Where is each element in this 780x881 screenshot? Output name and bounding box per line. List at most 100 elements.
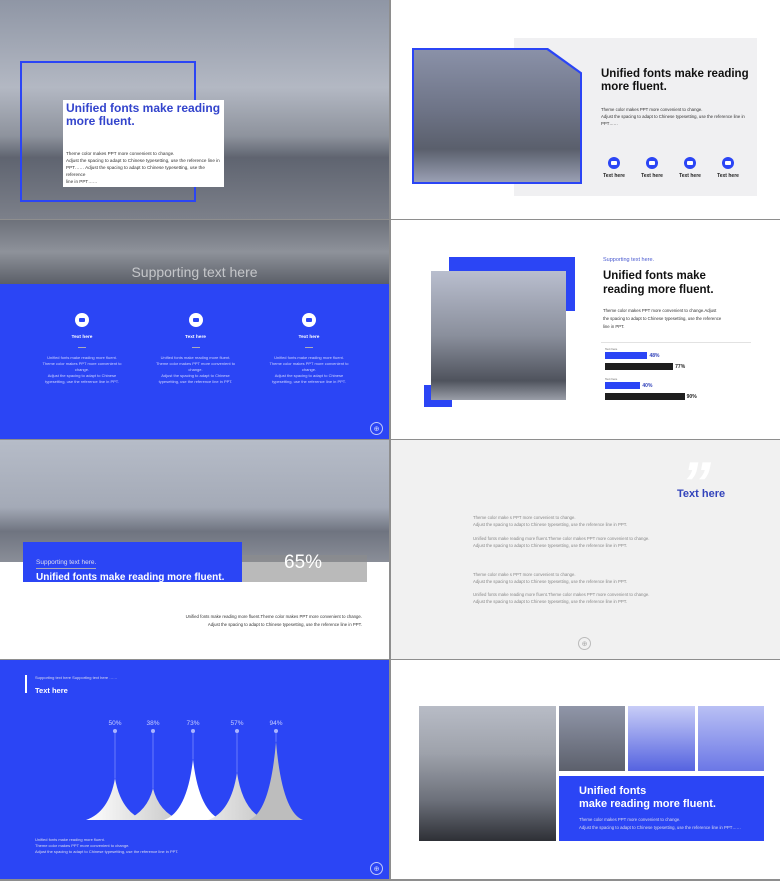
bar-value: 40%: [642, 382, 653, 389]
column-title: Text here: [298, 335, 320, 340]
peak-dot: [151, 729, 155, 733]
divider: [191, 347, 200, 348]
slide-8[interactable]: Unified fonts make reading more fluent. T…: [391, 660, 780, 879]
body-line: Adjust the spacing to adapt to Chinese t…: [473, 599, 628, 604]
slide-6[interactable]: ” Text here Theme color make s PPT more …: [391, 440, 780, 659]
slide-4[interactable]: Supporting text here. Unified fonts make…: [391, 220, 780, 439]
folder-icon: [722, 157, 734, 169]
building-photo: [414, 50, 580, 182]
body-line: typesetting, use the reference line in P…: [45, 379, 119, 384]
text-card: Unified fonts make reading more fluent. …: [63, 100, 224, 187]
slide-5[interactable]: 65% Supporting text here. Unified fonts …: [0, 440, 389, 659]
percent-value: 65%: [284, 552, 323, 573]
title-line: Unified fonts: [579, 785, 647, 797]
message-icon: [75, 313, 89, 327]
plus-icon: [684, 157, 696, 169]
data-label: 38%: [146, 720, 159, 727]
slide-1[interactable]: Unified fonts make reading more fluent. …: [0, 0, 389, 219]
progress-bar: [605, 363, 674, 370]
slide-title: Unified fonts make reading more fluent.: [36, 572, 225, 583]
slide-2[interactable]: Unified fonts make reading more fluent. …: [391, 0, 780, 219]
body-text: Theme color makes PPT more convenient to…: [601, 106, 745, 127]
body-line: Adjust the spacing to adapt to Chinese t…: [473, 579, 628, 584]
bar-group-label: Text here: [605, 377, 618, 381]
photo-thumb-1: [559, 706, 625, 771]
peak-dot: [235, 729, 239, 733]
body-line: Theme color make s PPT more convenient t…: [473, 572, 576, 577]
title-banner: Supporting text here. Unified fonts make…: [23, 542, 242, 583]
plus-icon: [302, 313, 316, 327]
body-line: line in PPT……: [66, 179, 98, 184]
body-text: Unified fonts make reading more fluent.T…: [35, 837, 178, 855]
body-line: line in PPT.: [603, 324, 625, 329]
peak-dot: [274, 729, 278, 733]
peak-dot: [191, 729, 195, 733]
body-line: typesetting, use the reference line in P…: [158, 379, 233, 384]
slide-title: Text here: [677, 488, 726, 500]
supporting-text: Supporting text here: [131, 264, 258, 280]
item-label: Text here: [679, 173, 701, 179]
bar-value: 90%: [686, 393, 697, 400]
body-line: Theme color makes PPT more convenient to…: [601, 107, 703, 112]
title-card: Unified fonts make reading more fluent. T…: [559, 776, 764, 841]
message-icon: [608, 157, 620, 169]
data-label: 94%: [269, 720, 282, 727]
title-line: make reading more fluent.: [579, 797, 716, 810]
progress-bar: [605, 352, 648, 359]
globe-icon: ⊕: [578, 637, 591, 650]
body-line: PPT…… Adjust the spacing to adapt to Chi…: [66, 165, 205, 177]
body-text: Theme color makes PPT more convenient to…: [603, 307, 721, 331]
peak-dot: [113, 729, 117, 733]
building-photo: [431, 271, 566, 400]
text-block: Theme color make s PPT more convenient t…: [473, 571, 627, 585]
peak-mark: [164, 759, 222, 820]
body-line: Adjust the spacing to adapt to Chinese t…: [601, 114, 745, 119]
quote-mark: ”: [681, 450, 711, 517]
slide-title: Unified fonts make reading more fluent.: [603, 270, 714, 296]
globe-icon: ⊕: [370, 422, 383, 435]
bar-value: 48%: [649, 352, 660, 359]
photo-thumb-3: [698, 706, 764, 771]
item-label: Text here: [717, 173, 739, 179]
briefcase-icon: [188, 313, 203, 327]
text-block: Unified fonts make reading more fluent.T…: [473, 535, 649, 549]
bar-value: 77%: [675, 363, 686, 370]
column-title: Text here: [71, 335, 93, 340]
globe-icon: ⊕: [370, 862, 383, 875]
body-line: Unified fonts make reading more fluent.T…: [473, 536, 650, 541]
body-line: Adjust the spacing to adapt to Chinese t…: [207, 622, 362, 627]
body-text: Theme color makes PPT more convenient to…: [579, 816, 764, 832]
progress-bar: [605, 393, 685, 400]
photo-thumb-2: [628, 706, 695, 771]
body-line: Theme color makes PPT more convenient to…: [66, 151, 175, 156]
body-line: Adjust the spacing to adapt to Chinese t…: [473, 543, 628, 548]
item-label: Text here: [641, 173, 663, 179]
body-line: Adjust the spacing to adapt to Chinese t…: [579, 825, 741, 830]
body-line: Theme color makes PPT more convenient to…: [603, 308, 717, 313]
body-line: Theme color makes PPT more convenient to…: [579, 817, 681, 822]
slide-title: Unified fonts make reading more fluent.: [579, 785, 764, 810]
slide-title: Unified fonts make reading more fluent.: [66, 101, 221, 128]
body-line: Unified fonts make reading more fluent.T…: [185, 614, 362, 619]
item-label: Text here: [603, 173, 625, 179]
text-block: Theme color make s PPT more convenient t…: [473, 514, 627, 528]
column-body: Unified fonts make reading more fluent. T…: [146, 355, 246, 385]
slide-7[interactable]: Supporting text here Supporting text her…: [0, 660, 389, 879]
divider: [305, 347, 313, 348]
supporting-text: Supporting text here.: [36, 559, 97, 569]
peak-mark: [86, 778, 144, 820]
slide-3[interactable]: Supporting text here Text here Unified fo…: [0, 220, 389, 439]
text-block: Unified fonts make reading more fluent.T…: [473, 591, 649, 605]
body-text: Unified fonts make reading more fluent.T…: [186, 613, 362, 629]
data-label: 57%: [230, 720, 243, 727]
building-photo: [419, 706, 556, 841]
peak-mark: [208, 772, 266, 820]
progress-bar: [605, 382, 641, 389]
divider: [601, 342, 751, 343]
body-line: Theme color make s PPT more convenient t…: [473, 515, 576, 520]
body-line: Adjust the spacing to adapt to Chinese t…: [35, 849, 179, 854]
peak-mark: [249, 741, 303, 820]
data-label: 73%: [186, 720, 199, 727]
body-line: typesetting, use the reference line in P…: [272, 379, 346, 384]
column-body: Unified fonts make reading more fluent. T…: [32, 355, 132, 385]
